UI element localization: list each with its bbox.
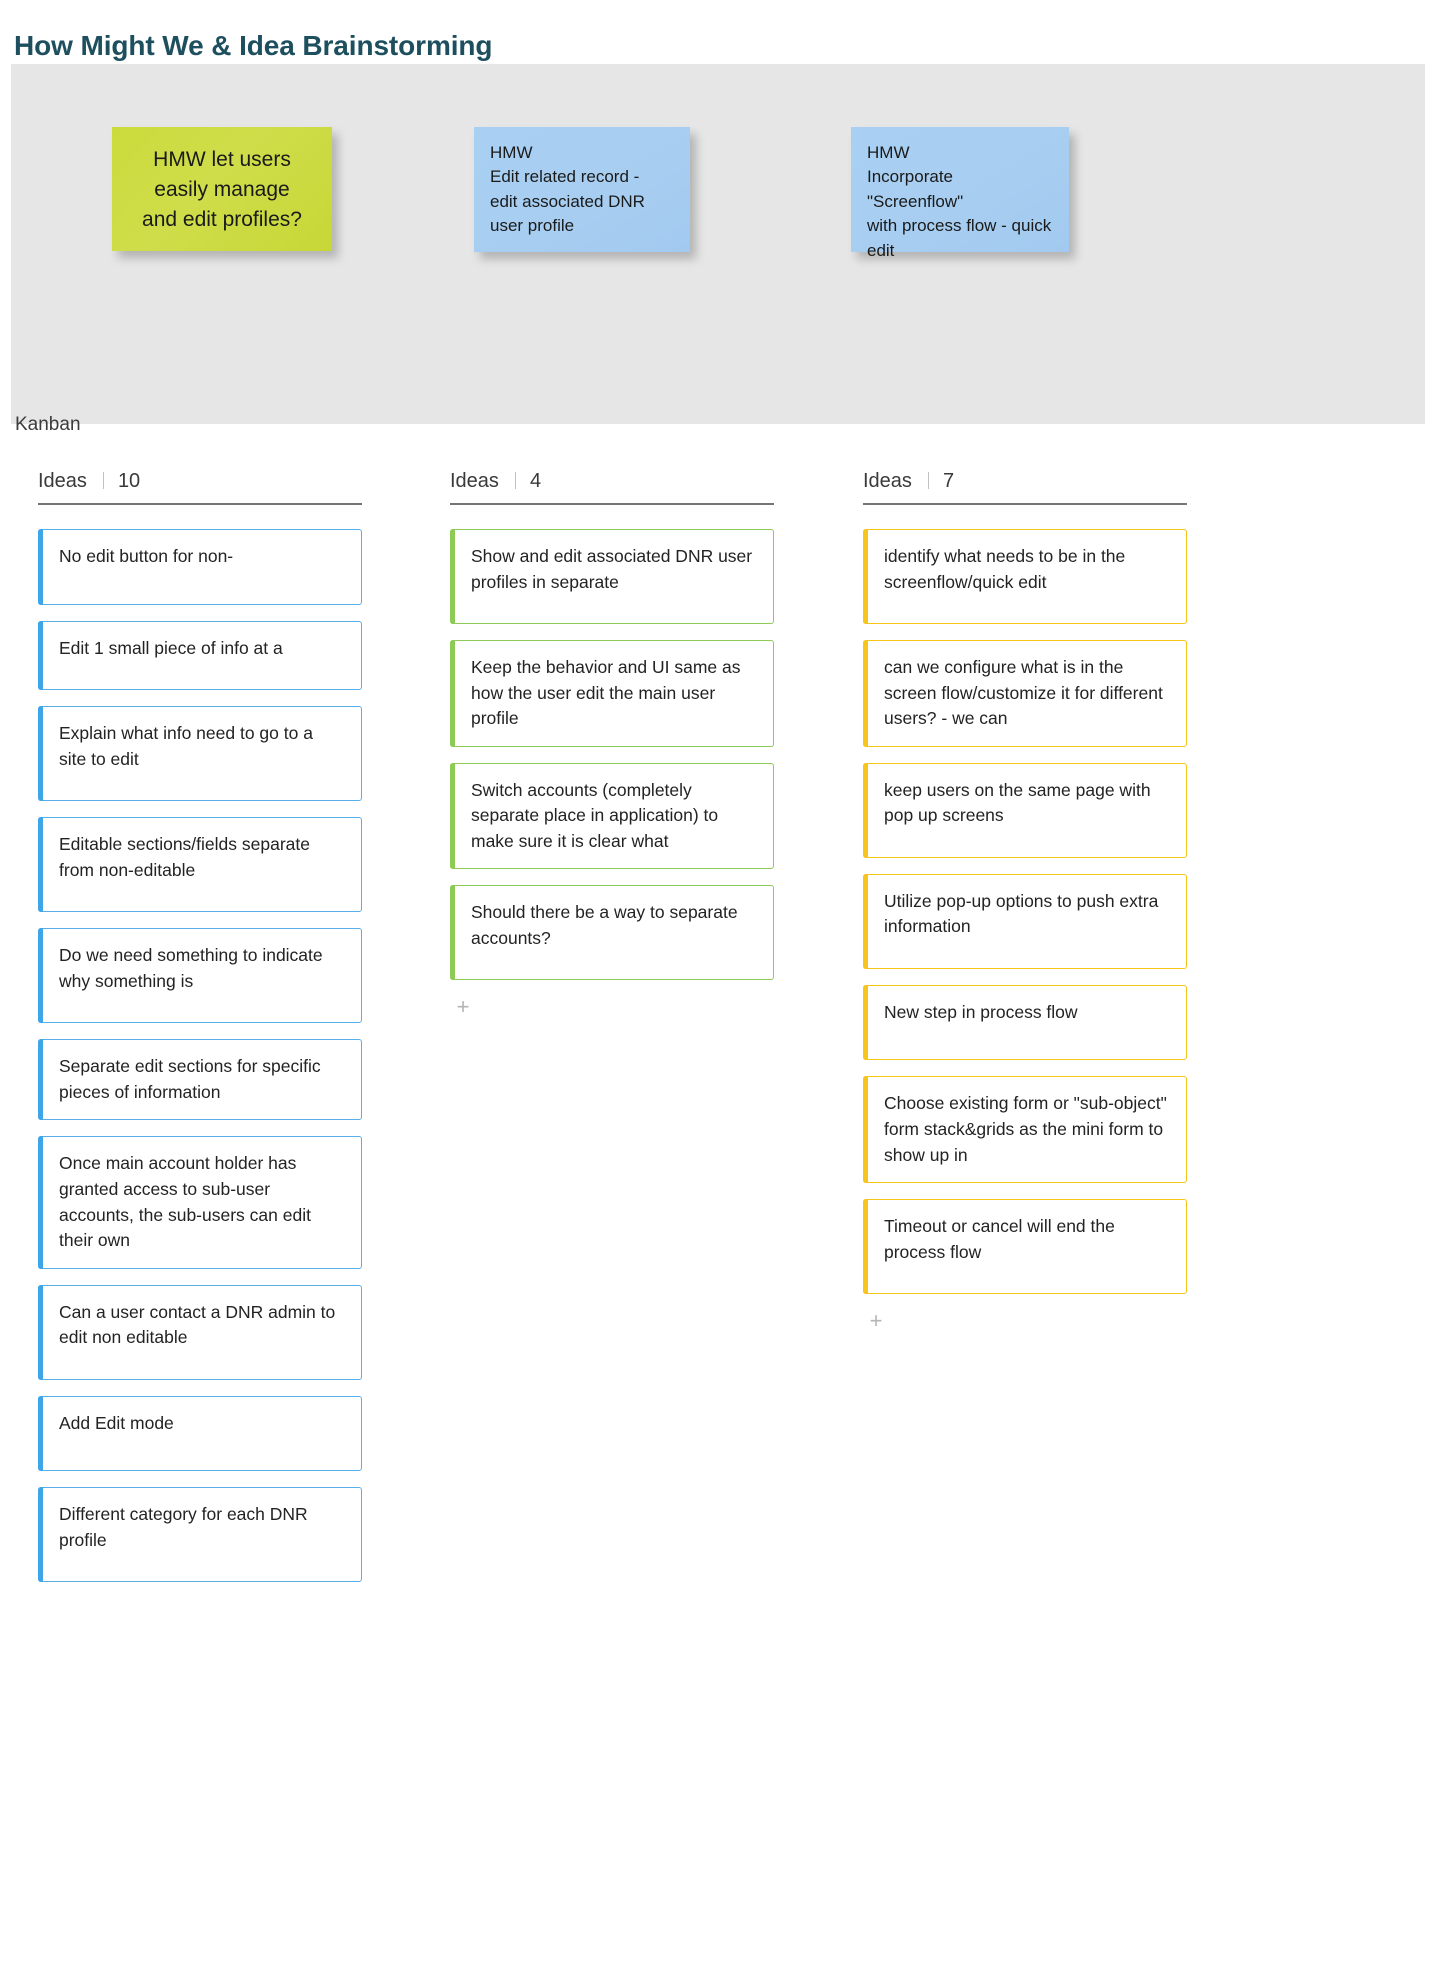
idea-card-text: Can a user contact a DNR admin to edit n… xyxy=(59,1301,336,1348)
sticky-note-line: user profile xyxy=(490,216,575,236)
idea-card-text: can we configure what is in the screen f… xyxy=(884,657,1163,729)
idea-card-text: Choose existing form or "sub-object" for… xyxy=(884,1093,1167,1165)
idea-card[interactable]: Choose existing form or "sub-object" for… xyxy=(863,1076,1187,1184)
idea-card[interactable]: keep users on the same page with pop up … xyxy=(863,762,1187,858)
idea-card[interactable]: Switch accounts (completely separate pla… xyxy=(450,762,774,870)
idea-card-text: Utilize pop-up options to push extra inf… xyxy=(884,890,1159,937)
sticky-note-hmw-1[interactable]: HMW let users easily manage and edit pro… xyxy=(112,127,332,251)
idea-card[interactable]: Explain what info need to go to a site t… xyxy=(38,706,362,802)
idea-card-text: Do we need something to indicate why som… xyxy=(59,945,323,991)
idea-card[interactable]: Different category for each DNR profile xyxy=(38,1487,362,1583)
idea-card-text: No edit button for non- xyxy=(59,546,234,566)
sticky-note-line: Edit related record - xyxy=(490,167,640,187)
sticky-note-hmw-2[interactable]: HMW Edit related record - edit associate… xyxy=(474,127,690,252)
column-header-divider xyxy=(514,472,516,489)
column-title: Ideas xyxy=(450,470,499,492)
kanban-column-2: Ideas 4 Show and edit associated DNR user … xyxy=(450,470,826,1598)
kanban-label: Kanban xyxy=(15,414,81,435)
column-divider xyxy=(38,503,362,505)
idea-card-text: Switch accounts (completely separate pla… xyxy=(471,779,719,851)
column-header-divider xyxy=(927,472,929,489)
idea-card-text: Add Edit mode xyxy=(59,1412,174,1433)
idea-card-text: Edit 1 small piece of info at a xyxy=(59,637,283,658)
sticky-note-line: easily manage xyxy=(154,177,290,201)
idea-card[interactable]: Edit 1 small piece of info at a xyxy=(38,620,362,691)
idea-card[interactable]: Once main account holder has granted acc… xyxy=(38,1136,362,1269)
idea-card-text: Explain what info need to go to a site t… xyxy=(59,723,313,769)
idea-card[interactable]: identify what needs to be in the screenf… xyxy=(863,529,1187,625)
idea-card[interactable]: Utilize pop-up options to push extra inf… xyxy=(863,873,1187,970)
idea-card-text: Timeout or cancel will end the process f… xyxy=(884,1216,1115,1262)
idea-card-text: Editable sections/fields separate from n… xyxy=(59,834,310,880)
idea-card-text: New step in process flow xyxy=(884,1001,1078,1022)
column-header-divider xyxy=(102,472,104,489)
idea-card-text: Should there be a way to separate accoun… xyxy=(471,902,738,948)
column-divider xyxy=(450,503,774,505)
idea-card-text: Keep the behavior and UI same as how the… xyxy=(471,657,741,729)
sticky-note-line: HMW xyxy=(490,143,533,162)
idea-card[interactable]: Keep the behavior and UI same as how the… xyxy=(450,640,774,747)
idea-card[interactable]: New step in process flow xyxy=(863,984,1187,1061)
sticky-note-line: Incorporate "Screenflow" xyxy=(867,167,964,211)
column-header: Ideas 10 xyxy=(38,470,414,503)
sticky-note-line: edit associated DNR xyxy=(490,191,645,211)
idea-card[interactable]: No edit button for non- xyxy=(38,529,362,605)
column-title: Ideas xyxy=(863,470,912,492)
idea-card[interactable]: Timeout or cancel will end the process f… xyxy=(863,1199,1187,1295)
idea-card[interactable]: can we configure what is in the screen f… xyxy=(863,640,1187,747)
hmw-board: HMW let users easily manage and edit pro… xyxy=(11,64,1425,424)
add-card-button[interactable]: + xyxy=(865,1310,887,1332)
idea-card[interactable]: Do we need something to indicate why som… xyxy=(38,928,362,1024)
column-header: Ideas 7 xyxy=(863,470,1239,503)
idea-card-text: Separate edit sections for specific piec… xyxy=(59,1056,321,1102)
sticky-note-line: with process flow - quick xyxy=(867,216,1052,236)
idea-card-text: keep users on the same page with pop up … xyxy=(884,779,1151,826)
page-title: How Might We & Idea Brainstorming xyxy=(14,29,493,61)
add-card-button[interactable]: + xyxy=(452,996,474,1018)
idea-card-text: Show and edit associated DNR user profil… xyxy=(471,546,753,592)
idea-card[interactable]: Separate edit sections for specific piec… xyxy=(38,1039,362,1121)
idea-card[interactable]: Can a user contact a DNR admin to edit n… xyxy=(38,1284,362,1380)
sticky-note-line: HMW xyxy=(867,143,910,162)
idea-card-text: Different category for each DNR profile xyxy=(59,1504,308,1550)
kanban-column-1: Ideas 10 No edit button for non- Edit 1 sma… xyxy=(38,470,414,1598)
kanban-column-3: Ideas 7 identify what needs to be in the s… xyxy=(863,470,1239,1598)
idea-card-text: identify what needs to be in the screenf… xyxy=(884,546,1126,592)
column-header: Ideas 4 xyxy=(450,470,826,503)
idea-card[interactable]: Show and edit associated DNR user profil… xyxy=(450,529,774,625)
column-title: Ideas xyxy=(38,470,87,492)
kanban-board: Ideas 10 No edit button for non- Edit 1 sma… xyxy=(0,470,1440,1598)
column-card-count: 7 xyxy=(942,470,955,492)
idea-card-text: Once main account holder has granted acc… xyxy=(59,1153,311,1251)
sticky-note-line: HMW let users xyxy=(153,148,291,171)
sticky-note-hmw-3[interactable]: HMW Incorporate "Screenflow" with proces… xyxy=(851,127,1069,260)
sticky-note-line: and edit profiles? xyxy=(142,207,302,231)
idea-card[interactable]: Add Edit mode xyxy=(38,1395,362,1472)
column-divider xyxy=(863,503,1187,505)
column-card-count: 4 xyxy=(529,470,542,492)
idea-card[interactable]: Should there be a way to separate accoun… xyxy=(450,885,774,981)
column-card-count: 10 xyxy=(117,470,141,492)
sticky-note-line: edit xyxy=(867,240,895,260)
idea-card[interactable]: Editable sections/fields separate from n… xyxy=(38,817,362,913)
